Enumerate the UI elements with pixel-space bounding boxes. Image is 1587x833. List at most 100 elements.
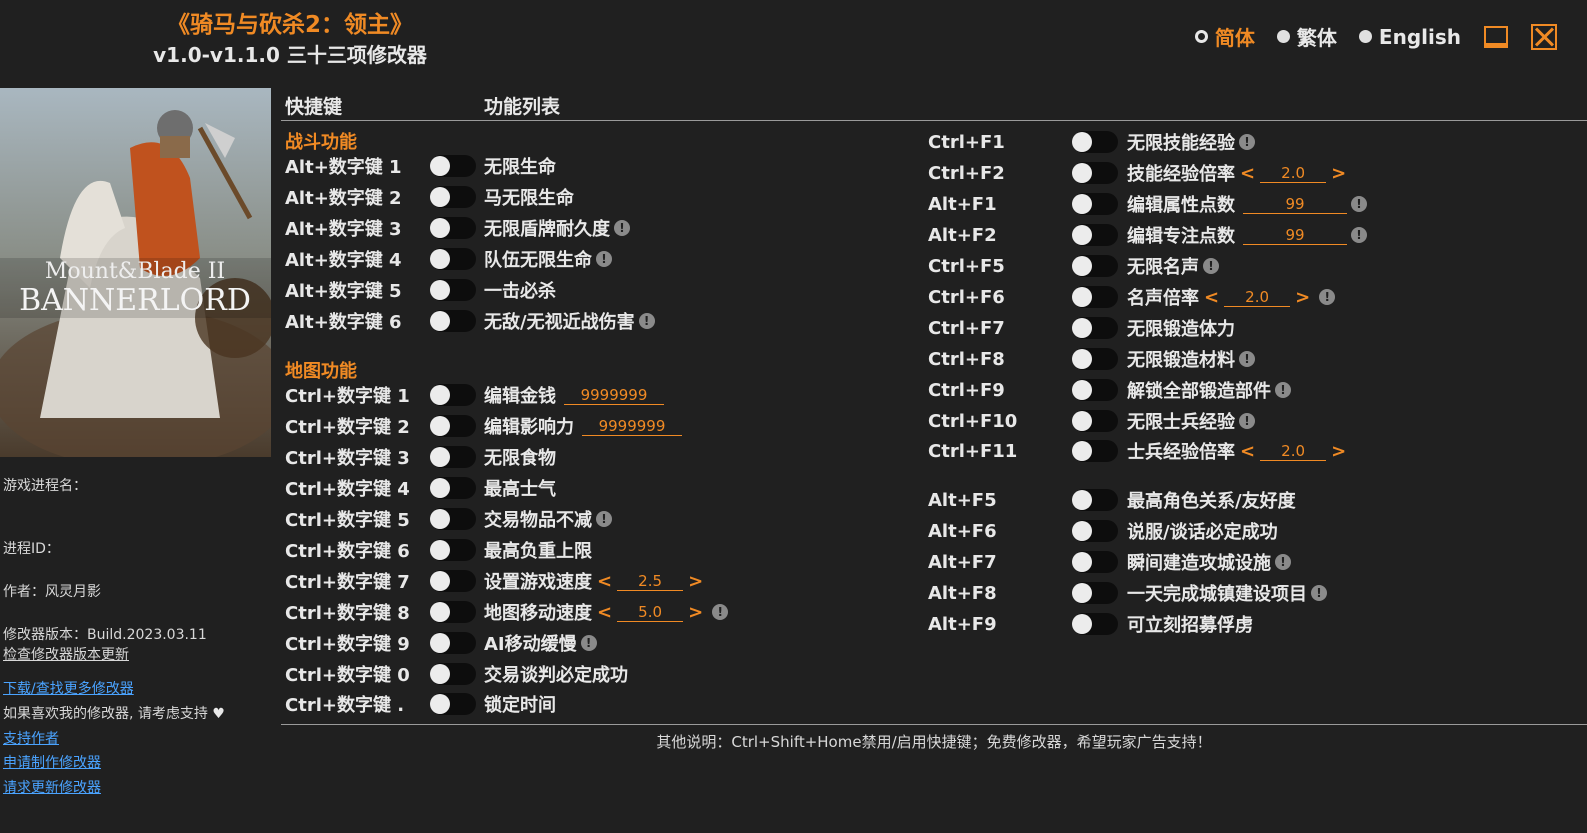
lang-traditional[interactable]: 繁体 (1276, 22, 1337, 51)
value-input[interactable]: 2.5 (617, 572, 684, 591)
feature-label: 可立刻招募俘虏 (1127, 615, 1253, 636)
feature-toggle[interactable] (430, 508, 476, 530)
feature-label: 地图移动速度 (484, 603, 592, 624)
check-update-link[interactable]: 检查修改器版本更新 (3, 644, 129, 664)
info-icon[interactable]: ! (712, 604, 729, 620)
feature-toggle[interactable] (430, 570, 476, 592)
decrease-arrow-icon[interactable]: < (597, 602, 612, 623)
feature-toggle[interactable] (1072, 440, 1118, 462)
feature-toggle[interactable] (1072, 162, 1118, 184)
info-icon[interactable]: ! (1239, 351, 1255, 367)
feature-toggle[interactable] (430, 186, 476, 208)
hotkey-label: Alt+数字键 6 (285, 312, 402, 333)
feature-toggle[interactable] (1072, 286, 1118, 308)
info-icon[interactable]: ! (1239, 134, 1255, 150)
feature-toggle[interactable] (430, 693, 476, 715)
feature-item: 最高士气 (484, 473, 556, 503)
feature-label: 队伍无限生命 (484, 250, 592, 271)
value-input[interactable]: 99 (1243, 195, 1347, 214)
feature-toggle[interactable] (1072, 348, 1118, 370)
feature-toggle[interactable] (430, 601, 476, 623)
info-icon[interactable]: ! (1275, 382, 1291, 398)
feature-toggle[interactable] (1072, 255, 1118, 277)
game-cover-image: Mount&Blade II BANNERLORD (0, 88, 271, 457)
feature-toggle[interactable] (1072, 520, 1118, 542)
support-author-link[interactable]: 支持作者 (3, 728, 59, 748)
request-update-link[interactable]: 请求更新修改器 (3, 777, 101, 797)
info-icon[interactable]: ! (580, 635, 597, 651)
hotkey-label: Ctrl+F7 (928, 317, 1005, 339)
radio-icon (1194, 30, 1208, 43)
lang-simplified[interactable]: 简体 (1194, 22, 1255, 51)
feature-toggle[interactable] (1072, 131, 1118, 153)
feature-toggle[interactable] (430, 446, 476, 468)
decrease-arrow-icon[interactable]: < (597, 571, 612, 592)
feature-toggle[interactable] (1072, 317, 1118, 339)
feature-toggle[interactable] (1072, 193, 1118, 215)
value-input[interactable]: 2.0 (1260, 164, 1327, 183)
value-input[interactable]: 9999999 (564, 386, 664, 405)
decrease-arrow-icon[interactable]: < (1240, 441, 1255, 462)
feature-toggle[interactable] (430, 663, 476, 685)
feature-item: 无限食物 (484, 442, 556, 472)
info-icon[interactable]: ! (596, 251, 612, 267)
feature-toggle[interactable] (1072, 551, 1118, 573)
feature-label: 技能经验倍率 (1127, 164, 1235, 185)
increase-arrow-icon[interactable]: > (1295, 287, 1310, 308)
feature-label: 说服/谈话必定成功 (1127, 522, 1278, 543)
feature-item: 说服/谈话必定成功 (1127, 516, 1278, 546)
download-more-link[interactable]: 下载/查找更多修改器 (3, 678, 134, 698)
feature-item: 交易谈判必定成功 (484, 659, 628, 689)
feature-toggle[interactable] (1072, 224, 1118, 246)
feature-toggle[interactable] (430, 217, 476, 239)
info-icon[interactable]: ! (1239, 413, 1255, 429)
minimize-button[interactable] (1483, 24, 1509, 50)
info-icon[interactable]: ! (1351, 227, 1367, 243)
feature-toggle[interactable] (430, 384, 476, 406)
info-icon[interactable]: ! (1319, 289, 1336, 305)
feature-toggle[interactable] (430, 415, 476, 437)
value-input[interactable]: 2.0 (1224, 288, 1291, 307)
decrease-arrow-icon[interactable]: < (1240, 163, 1255, 184)
feature-toggle[interactable] (430, 310, 476, 332)
increase-arrow-icon[interactable]: > (1331, 441, 1346, 462)
process-id-label: 进程ID： (3, 541, 60, 557)
value-input[interactable]: 9999999 (582, 417, 682, 436)
feature-toggle[interactable] (1072, 582, 1118, 604)
feature-toggle[interactable] (430, 248, 476, 270)
info-icon[interactable]: ! (1203, 258, 1219, 274)
increase-arrow-icon[interactable]: > (688, 571, 703, 592)
value-input[interactable]: 99 (1243, 226, 1347, 245)
feature-toggle[interactable] (1072, 489, 1118, 511)
info-icon[interactable]: ! (1351, 196, 1367, 212)
info-icon[interactable]: ! (614, 220, 630, 236)
cover-title-line2: BANNERLORD (19, 283, 251, 318)
increase-arrow-icon[interactable]: > (688, 602, 703, 623)
feature-toggle[interactable] (430, 632, 476, 654)
feature-toggle[interactable] (1072, 613, 1118, 635)
value-input[interactable]: 2.0 (1260, 442, 1327, 461)
feature-toggle[interactable] (430, 539, 476, 561)
value-input[interactable]: 5.0 (617, 603, 684, 622)
info-icon[interactable]: ! (1311, 585, 1327, 601)
info-icon[interactable]: ! (596, 511, 612, 527)
feature-toggle[interactable] (430, 477, 476, 499)
decrease-arrow-icon[interactable]: < (1204, 287, 1219, 308)
lang-label: 简体 (1214, 26, 1255, 50)
feature-toggle[interactable] (430, 279, 476, 301)
radio-icon (1358, 30, 1372, 43)
hotkey-label: Ctrl+F6 (928, 286, 1005, 308)
feature-item: 一天完成城镇建设项目! (1127, 578, 1327, 608)
lang-english[interactable]: English (1358, 25, 1461, 49)
feature-label: 名声倍率 (1127, 288, 1199, 309)
feature-label: 无限士兵经验 (1127, 412, 1235, 433)
feature-toggle[interactable] (1072, 379, 1118, 401)
request-make-link[interactable]: 申请制作修改器 (3, 752, 101, 772)
feature-toggle[interactable] (430, 155, 476, 177)
close-button[interactable] (1531, 23, 1557, 50)
info-icon[interactable]: ! (638, 313, 655, 329)
info-icon[interactable]: ! (1275, 554, 1291, 570)
increase-arrow-icon[interactable]: > (1331, 163, 1346, 184)
feature-label: AI移动缓慢 (484, 634, 577, 655)
feature-toggle[interactable] (1072, 410, 1118, 432)
